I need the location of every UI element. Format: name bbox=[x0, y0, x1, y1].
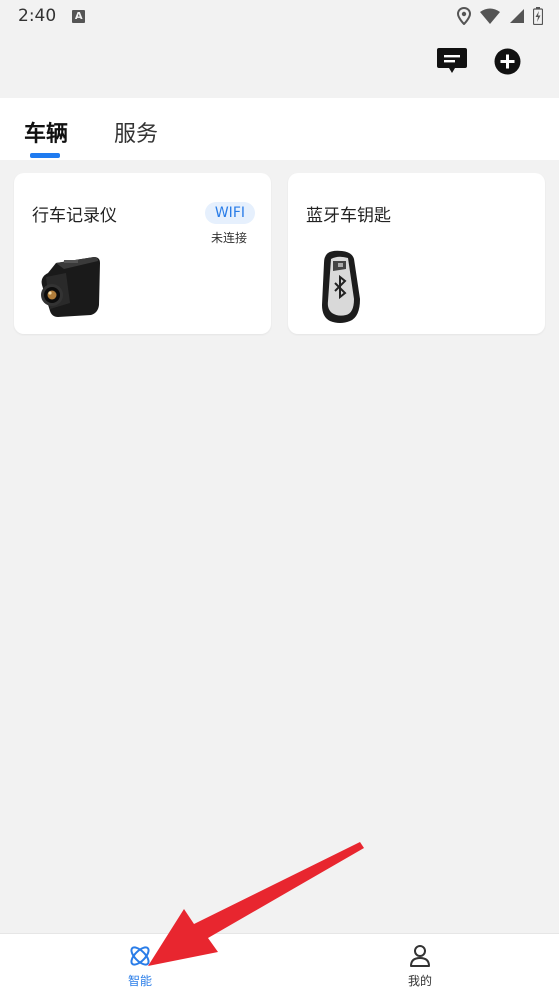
bluetooth-key-card[interactable]: 蓝牙车钥匙 bbox=[288, 173, 545, 334]
add-button[interactable] bbox=[490, 44, 524, 78]
signal-icon bbox=[510, 9, 524, 23]
dashcam-card[interactable]: 行车记录仪 WIFI 未连接 bbox=[14, 173, 271, 334]
dashcam-icon bbox=[41, 257, 100, 317]
nav-smart-label: 智能 bbox=[127, 974, 152, 988]
nav-mine[interactable]: 我的 bbox=[390, 944, 450, 989]
notification-a-icon: A bbox=[72, 9, 86, 23]
status-time: 2:40 bbox=[18, 6, 57, 26]
dashcam-title: 行车记录仪 bbox=[32, 206, 117, 226]
nav-smart[interactable]: 智能 bbox=[110, 944, 170, 989]
bluetooth-key-title: 蓝牙车钥匙 bbox=[306, 206, 391, 226]
battery-icon bbox=[533, 7, 543, 25]
top-action-bar bbox=[0, 32, 559, 98]
message-icon bbox=[437, 48, 467, 73]
wifi-badge: WIFI bbox=[204, 202, 255, 224]
bottom-navigation: 智能 我的 bbox=[0, 933, 559, 996]
location-icon bbox=[457, 7, 471, 25]
active-tab-indicator bbox=[30, 153, 60, 158]
smart-icon bbox=[130, 946, 150, 966]
message-button[interactable] bbox=[435, 44, 469, 78]
wifi-icon bbox=[480, 8, 500, 24]
car-key-icon bbox=[322, 250, 360, 323]
nav-mine-label: 我的 bbox=[407, 974, 432, 988]
tab-vehicle[interactable]: 车辆 bbox=[24, 116, 68, 148]
user-icon bbox=[410, 945, 430, 967]
add-circle-icon bbox=[494, 48, 520, 74]
status-bar: 2:40 A bbox=[0, 0, 559, 32]
tab-service[interactable]: 服务 bbox=[114, 116, 158, 148]
category-tabs: 车辆 服务 bbox=[0, 98, 559, 160]
connection-status: 未连接 bbox=[210, 231, 247, 245]
